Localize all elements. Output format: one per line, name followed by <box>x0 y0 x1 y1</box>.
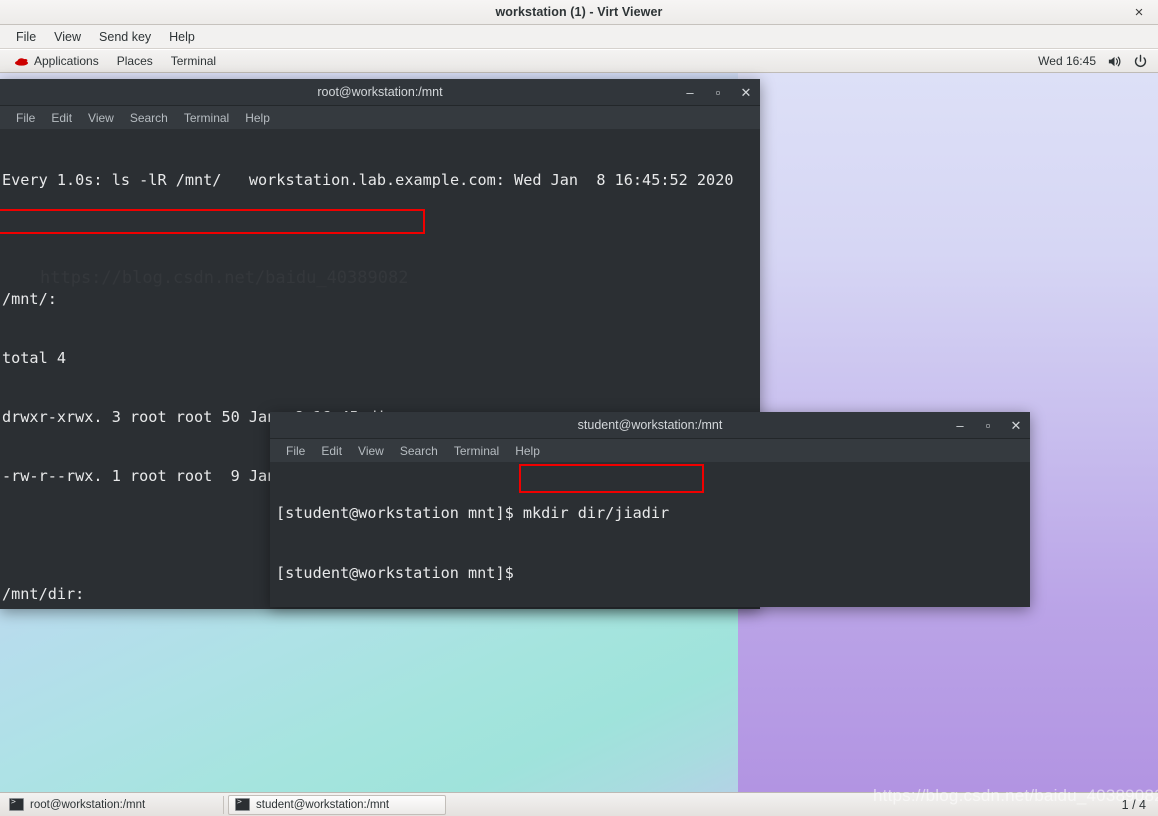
redhat-logo-icon <box>15 57 28 66</box>
menu-item-help[interactable]: Help <box>160 28 204 46</box>
root-terminal-window-buttons: – ▫ ✕ <box>684 79 752 106</box>
student-terminal-menubar: File Edit View Search Terminal Help <box>270 439 1030 462</box>
menu-item-view[interactable]: View <box>45 28 90 46</box>
maximize-icon[interactable]: ▫ <box>982 412 994 439</box>
menu-item-help[interactable]: Help <box>507 443 548 459</box>
terminal-line: Every 1.0s: ls -lR /mnt/ workstation.lab… <box>2 171 734 190</box>
menu-item-terminal[interactable]: Terminal <box>446 443 507 459</box>
terminal-app-menu-label: Terminal <box>170 54 217 68</box>
taskbar: root@workstation:/mnt student@workstatio… <box>0 792 1158 816</box>
watermark-background: https://blog.csdn.net/baidu_40389082 <box>40 268 408 289</box>
screenshot-root: workstation (1) - Virt Viewer × File Vie… <box>0 0 1158 816</box>
taskbar-separator <box>223 795 224 814</box>
maximize-icon[interactable]: ▫ <box>712 79 724 106</box>
student-terminal-titlebar: student@workstation:/mnt – ▫ ✕ <box>270 412 1030 439</box>
root-terminal-titlebar: root@workstation:/mnt – ▫ ✕ <box>0 79 760 106</box>
minimize-icon[interactable]: – <box>684 79 696 106</box>
clock[interactable]: Wed 16:45 <box>1038 54 1096 68</box>
gnome-top-panel: Applications Places Terminal Wed 16:45 <box>0 50 1158 73</box>
root-terminal-menubar: File Edit View Search Terminal Help <box>0 106 760 129</box>
terminal-icon <box>235 797 250 811</box>
menu-item-help[interactable]: Help <box>237 110 278 126</box>
menu-item-search[interactable]: Search <box>392 443 446 459</box>
terminal-app-menu[interactable]: Terminal <box>163 52 224 70</box>
taskbar-item-label: root@workstation:/mnt <box>30 798 146 811</box>
terminal-line: [student@workstation mnt]$ mkdir dir/jia… <box>276 504 670 523</box>
minimize-icon[interactable]: – <box>954 412 966 439</box>
volume-icon[interactable] <box>1107 54 1122 69</box>
terminal-line: [student@workstation mnt]$ <box>276 563 523 582</box>
close-icon[interactable]: ✕ <box>740 79 752 106</box>
places-menu[interactable]: Places <box>109 52 161 70</box>
menu-item-view[interactable]: View <box>350 443 392 459</box>
menu-item-send-key[interactable]: Send key <box>90 28 160 46</box>
window-title: workstation (1) - Virt Viewer <box>495 5 663 19</box>
menu-item-search[interactable]: Search <box>122 110 176 126</box>
student-terminal-output[interactable]: [student@workstation mnt]$ mkdir dir/jia… <box>270 462 1030 607</box>
applications-menu[interactable]: Applications <box>6 52 107 70</box>
terminal-icon <box>9 797 24 811</box>
terminal-line: total 4 <box>2 348 67 367</box>
student-terminal-window[interactable]: student@workstation:/mnt – ▫ ✕ File Edit… <box>270 412 1030 607</box>
terminal-line: /mnt/: <box>2 289 57 308</box>
taskbar-item-label: student@workstation:/mnt <box>256 798 390 811</box>
menu-item-terminal[interactable]: Terminal <box>176 110 237 126</box>
gnome-panel-left: Applications Places Terminal <box>0 52 224 70</box>
student-terminal-window-buttons: – ▫ ✕ <box>954 412 1022 439</box>
taskbar-item-root-terminal[interactable]: root@workstation:/mnt <box>2 795 220 815</box>
close-icon[interactable]: × <box>1130 3 1148 21</box>
menu-item-view[interactable]: View <box>80 110 122 126</box>
menu-item-file[interactable]: File <box>8 110 43 126</box>
virt-viewer-titlebar: workstation (1) - Virt Viewer × <box>0 0 1158 25</box>
power-icon[interactable] <box>1133 54 1148 69</box>
workspace-page-indicator[interactable]: 1 / 4 <box>1118 797 1150 813</box>
student-terminal-title: student@workstation:/mnt <box>577 418 723 432</box>
menu-item-edit[interactable]: Edit <box>43 110 80 126</box>
menu-item-edit[interactable]: Edit <box>313 443 350 459</box>
places-menu-label: Places <box>116 54 153 68</box>
applications-menu-label: Applications <box>34 54 99 68</box>
taskbar-item-student-terminal[interactable]: student@workstation:/mnt <box>228 794 446 815</box>
root-terminal-title: root@workstation:/mnt <box>317 85 443 99</box>
close-icon[interactable]: ✕ <box>1010 412 1022 439</box>
virt-viewer-menubar: File View Send key Help <box>0 25 1158 49</box>
gnome-panel-right: Wed 16:45 <box>1038 54 1158 69</box>
menu-item-file[interactable]: File <box>7 28 45 46</box>
menu-item-file[interactable]: File <box>278 443 313 459</box>
